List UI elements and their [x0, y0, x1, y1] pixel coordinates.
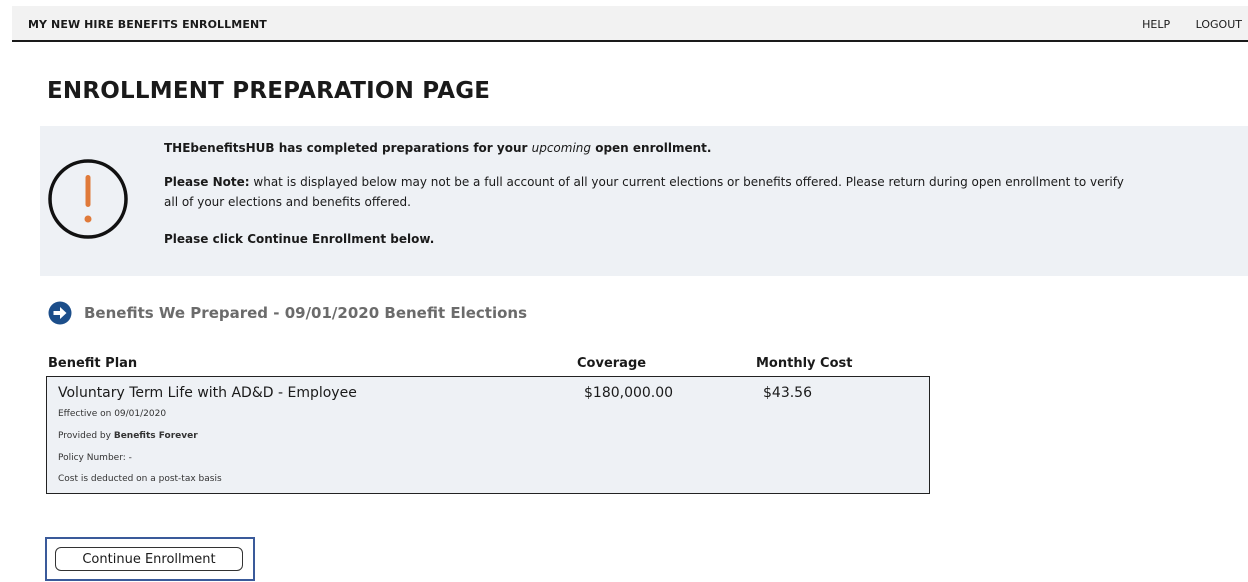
- plan-provider: Provided by Benefits Forever: [58, 431, 198, 441]
- notice-panel: THEbenefitsHUB has completed preparation…: [40, 126, 1248, 276]
- header-benefit-plan: Benefit Plan: [48, 356, 138, 371]
- benefits-table: Benefit Plan Coverage Monthly Cost Volun…: [46, 356, 930, 494]
- continue-enrollment-button[interactable]: Continue Enrollment: [55, 547, 243, 571]
- notice-headline: THEbenefitsHUB has completed preparation…: [164, 141, 712, 155]
- header-coverage: Coverage: [577, 356, 647, 371]
- exclamation-circle-icon: [48, 159, 128, 239]
- table-row: Voluntary Term Life with AD&D - Employee…: [46, 376, 930, 494]
- plan-monthly-cost: $43.56: [763, 385, 812, 401]
- logout-link[interactable]: LOGOUT: [1196, 18, 1242, 31]
- plan-coverage: $180,000.00: [584, 385, 674, 401]
- top-bar: MY NEW HIRE BENEFITS ENROLLMENT HELP LOG…: [12, 6, 1248, 42]
- section-title: Benefits We Prepared - 09/01/2020 Benefi…: [84, 304, 528, 322]
- help-link[interactable]: HELP: [1142, 18, 1170, 31]
- page-title: ENROLLMENT PREPARATION PAGE: [47, 78, 491, 104]
- top-links: HELP LOGOUT: [1120, 18, 1242, 31]
- plan-tax-basis: Cost is deducted on a post-tax basis: [58, 474, 222, 484]
- continue-focus-ring: Continue Enrollment: [45, 537, 255, 581]
- plan-effective-date: Effective on 09/01/2020: [58, 409, 167, 419]
- plan-policy-number: Policy Number: -: [58, 453, 132, 463]
- table-header: Benefit Plan Coverage Monthly Cost: [46, 356, 930, 376]
- notice-note: Please Note: what is displayed below may…: [164, 175, 1124, 209]
- arrow-right-circle-icon: [48, 301, 72, 325]
- notice-instruction: Please click Continue Enrollment below.: [164, 232, 435, 246]
- notice-text: THEbenefitsHUB has completed preparation…: [164, 138, 1124, 249]
- app-title: MY NEW HIRE BENEFITS ENROLLMENT: [28, 18, 267, 31]
- plan-name: Voluntary Term Life with AD&D - Employee: [58, 385, 357, 401]
- header-monthly-cost: Monthly Cost: [756, 356, 853, 371]
